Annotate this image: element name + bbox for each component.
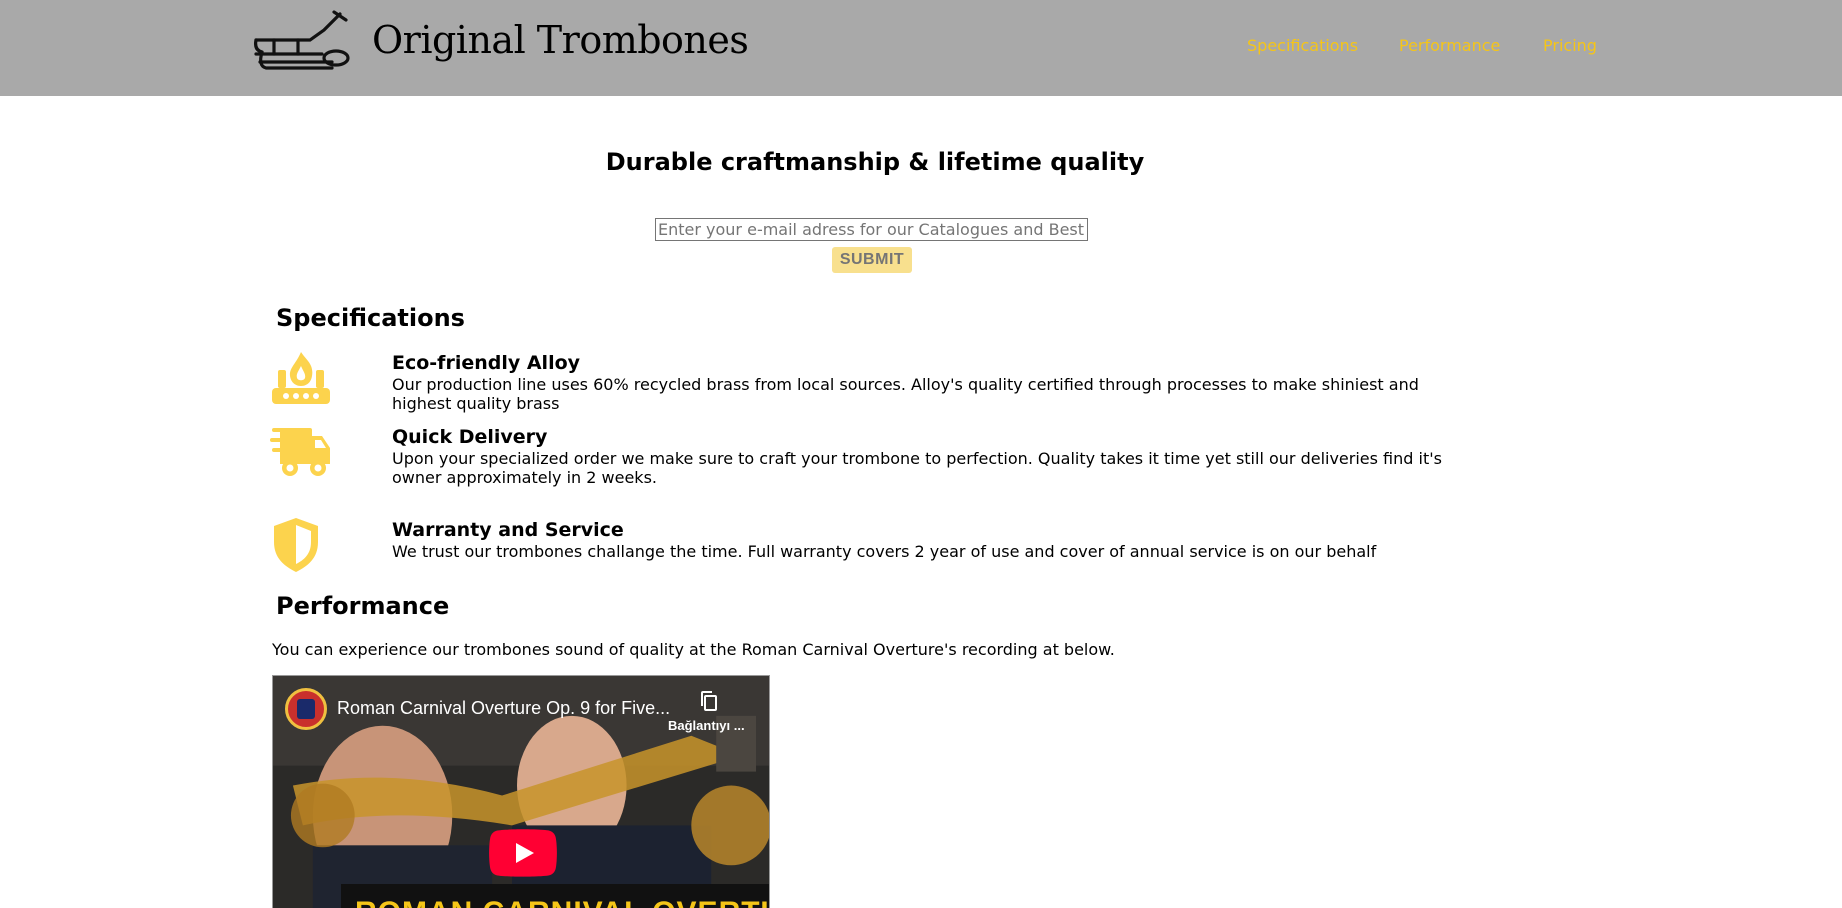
site-title[interactable]: Original Trombones bbox=[372, 18, 749, 62]
performance-heading: Performance bbox=[276, 592, 450, 620]
specifications-heading: Specifications bbox=[276, 304, 465, 332]
play-button-icon[interactable] bbox=[489, 829, 557, 877]
nav-specifications-link[interactable]: Specifications bbox=[1247, 36, 1358, 55]
fire-icon bbox=[272, 352, 330, 404]
copy-link-label[interactable]: Bağlantıyı ... bbox=[668, 718, 745, 733]
trombone-logo-icon[interactable] bbox=[252, 10, 350, 72]
nav-performance-link[interactable]: Performance bbox=[1399, 36, 1500, 55]
video-banner: ROMAN CARNIVAL OVERTURE bbox=[341, 884, 769, 908]
feature-title-warranty: Warranty and Service bbox=[392, 519, 624, 541]
hero-heading: Durable craftmanship & lifetime quality bbox=[605, 148, 1145, 176]
video-title[interactable]: Roman Carnival Overture Op. 9 for Five..… bbox=[337, 698, 670, 719]
feature-title-quick-delivery: Quick Delivery bbox=[392, 426, 548, 448]
feature-text-quick-delivery: Upon your specialized order we make sure… bbox=[392, 449, 1442, 487]
video-banner-text: ROMAN CARNIVAL OVERTURE bbox=[355, 896, 769, 908]
copy-link-icon[interactable] bbox=[699, 690, 719, 712]
feature-text-eco-alloy: Our production line uses 60% recycled br… bbox=[392, 375, 1419, 413]
truck-icon bbox=[270, 428, 330, 476]
performance-description: You can experience our trombones sound o… bbox=[272, 640, 1115, 659]
nav-pricing-link[interactable]: Pricing bbox=[1543, 36, 1597, 55]
video-player[interactable]: Roman Carnival Overture Op. 9 for Five..… bbox=[272, 675, 770, 908]
email-input[interactable] bbox=[655, 218, 1088, 241]
feature-title-eco-alloy: Eco-friendly Alloy bbox=[392, 352, 581, 374]
channel-avatar[interactable] bbox=[285, 688, 327, 730]
feature-text-warranty: We trust our trombones challange the tim… bbox=[392, 542, 1377, 561]
submit-button[interactable]: SUBMIT bbox=[832, 247, 912, 273]
site-header: Original Trombones Specifications Perfor… bbox=[0, 0, 1842, 96]
shield-icon bbox=[274, 518, 318, 572]
